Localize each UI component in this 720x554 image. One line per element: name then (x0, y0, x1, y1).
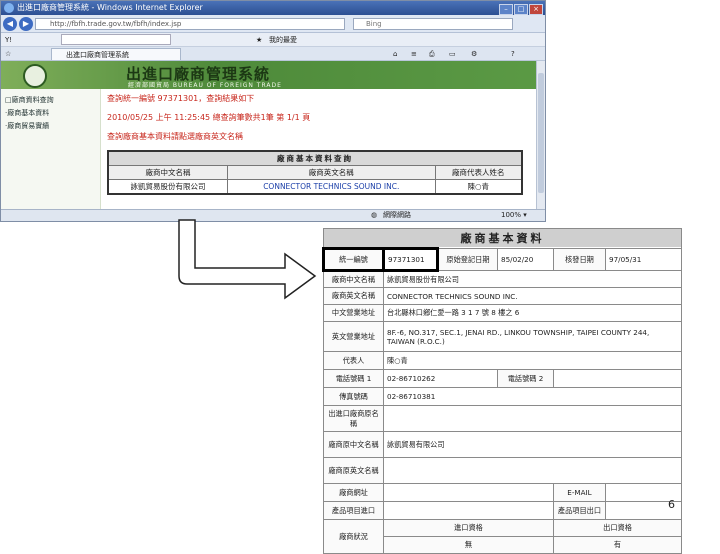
site-sidebar: □廠商資料查詢 ‧廠商基本資料 ‧廠商貿易實績 (1, 89, 101, 221)
print-icon[interactable]: ⎙ (429, 47, 435, 60)
uid-label: 統一編號 (322, 247, 385, 272)
sidebar-item-basic-info[interactable]: ‧廠商基本資料 (5, 108, 96, 118)
verify-label: 核發日期 (553, 248, 606, 271)
toolbar-search-input[interactable] (61, 34, 171, 45)
yahoo-icon[interactable]: Y! (5, 33, 12, 46)
result-table: 廠商基本資料查詢 廠商中文名稱 廠商英文名稱 廠商代表人姓名 詠凱貿易股份有限公… (107, 150, 523, 195)
zoom-control[interactable]: 100% ▾ (501, 210, 527, 221)
url-input[interactable]: http://fbfh.trade.gov.tw/fbfh/index.jsp (35, 18, 345, 30)
phone2-value (552, 369, 683, 388)
sidebar-item-query[interactable]: □廠商資料查詢 (5, 95, 96, 105)
en-addr-label: 英文營業地址 (323, 321, 384, 352)
browser-window: 出進口廠商管理系統 - Windows Internet Explorer – □… (0, 0, 546, 222)
website-label: 廠商網址 (323, 483, 384, 502)
zh-addr-label: 中文營業地址 (323, 304, 384, 322)
search-result-content: 查詢統一編號 97371301，查詢結果如下 2010/05/25 上午 11:… (107, 93, 537, 195)
import-qual-label: 進口資格 (383, 519, 554, 537)
old-zh-name-value: 詠凱貿易有限公司 (382, 431, 683, 458)
prev-name-label: 出進口廠商原名稱 (323, 405, 384, 432)
rep-label: 代表人 (323, 351, 384, 370)
site-banner: 出進口廠商管理系統 經濟部國貿局 BUREAU OF FOREIGN TRADE (1, 61, 545, 89)
export-qual-label: 出口資格 (552, 519, 683, 537)
orig-reg-label: 原始登記日期 (437, 248, 498, 271)
website-value (383, 483, 554, 502)
company-detail-table: 廠商基本資料 統一編號 97371301 原始登記日期 85/02/20 核發日… (322, 228, 683, 554)
command-toolbar: Y! ★ 我的最愛 (1, 33, 545, 47)
old-en-name-value (382, 457, 683, 484)
col-representative: 廠商代表人姓名 (434, 165, 523, 180)
phone1-value: 02-86710262 (383, 369, 498, 388)
safety-menu-icon[interactable]: ⚙ (471, 47, 477, 60)
export-items-label: 產品項目出口 (553, 501, 606, 520)
fax-value: 02-86710381 (382, 387, 683, 406)
vertical-scrollbar[interactable] (536, 61, 545, 209)
home-icon[interactable]: ⌂ (393, 47, 397, 60)
forward-icon[interactable]: ▶ (19, 17, 33, 31)
result-timestamp: 2010/05/25 上午 11:25:45 總查詢筆數共1筆 第 1/1 頁 (107, 113, 311, 122)
rep-value: 陳○青 (382, 351, 683, 370)
help-icon[interactable]: ? (511, 47, 515, 60)
feeds-icon[interactable]: ≡ (411, 47, 417, 60)
watermark-mark (296, 272, 303, 296)
status-label: 廠商狀況 (323, 519, 384, 554)
phone1-label: 電話號碼 1 (323, 369, 384, 388)
globe-icon: ◍ (371, 211, 378, 219)
page-menu-icon[interactable]: ▭ (449, 47, 456, 60)
import-qual-value: 無 (383, 536, 554, 554)
import-items-value (383, 501, 554, 520)
site-subtitle: 經濟部國貿局 BUREAU OF FOREIGN TRADE (128, 82, 282, 89)
tab-bar: ☆ 出進口廠商管理系統 ⌂ ≡ ⎙ ▭ ⚙ ? (1, 47, 545, 61)
scrollbar-thumb[interactable] (538, 73, 544, 193)
favorites-label[interactable]: 我的最愛 (269, 33, 297, 46)
favorites-center-icon[interactable]: ☆ (5, 47, 11, 60)
en-name-value: CONNECTOR TECHNICS SOUND INC. (382, 287, 683, 305)
search-input[interactable]: Bing (353, 18, 513, 30)
en-addr-value: 8F.-6, NO.317, SEC.1, JENAI RD., LINKOU … (382, 321, 683, 352)
en-name-label: 廠商英文名稱 (323, 287, 384, 305)
zh-name-value: 詠凱貿易股份有限公司 (382, 270, 683, 288)
table-row: 詠凱貿易股份有限公司 CONNECTOR TECHNICS SOUND INC.… (107, 179, 523, 195)
result-table-header: 廠商基本資料查詢 (107, 150, 523, 166)
zh-name-label: 廠商中文名稱 (323, 270, 384, 288)
old-zh-name-label: 廠商原中文名稱 (323, 431, 384, 458)
phone2-label: 電話號碼 2 (497, 369, 554, 388)
window-titlebar: 出進口廠商管理系統 - Windows Internet Explorer – □… (1, 1, 545, 15)
page-viewport: 出進口廠商管理系統 經濟部國貿局 BUREAU OF FOREIGN TRADE… (1, 61, 545, 221)
old-en-name-label: 廠商原英文名稱 (323, 457, 384, 484)
ie-logo-icon (4, 3, 14, 13)
col-en-name: 廠商英文名稱 (227, 165, 436, 180)
import-items-label: 產品項目進口 (323, 501, 384, 520)
company-detail-panel: 廠商基本資料 統一編號 97371301 原始登記日期 85/02/20 核發日… (322, 228, 683, 554)
cell-representative: 陳○青 (434, 179, 523, 195)
ministry-logo-icon (23, 64, 47, 88)
email-label: E-MAIL (553, 483, 606, 502)
orig-reg-value: 85/02/20 (497, 248, 554, 271)
cell-en-name-link[interactable]: CONNECTOR TECHNICS SOUND INC. (227, 179, 436, 195)
sidebar-item-trade-record[interactable]: ‧廠商貿易實績 (5, 121, 96, 131)
uid-value: 97371301 (382, 247, 439, 272)
tab-active[interactable]: 出進口廠商管理系統 (51, 48, 181, 60)
favorites-star-icon[interactable]: ★ (256, 33, 262, 46)
export-qual-value: 有 (552, 536, 683, 554)
window-title: 出進口廠商管理系統 - Windows Internet Explorer (17, 3, 203, 12)
result-notice: 查詢廠商基本資料請點選廠商英文名稱 (107, 132, 243, 141)
back-icon[interactable]: ◀ (3, 17, 17, 31)
cell-zh-name: 詠凱貿易股份有限公司 (107, 179, 229, 195)
window-controls: – □ × (498, 2, 543, 15)
maximize-icon[interactable]: □ (514, 4, 528, 15)
fax-label: 傳真號碼 (323, 387, 384, 406)
slide-page-number: 6 (668, 498, 675, 511)
col-zh-name: 廠商中文名稱 (107, 165, 229, 180)
minimize-icon[interactable]: – (499, 4, 513, 15)
result-summary: 查詢統一編號 97371301，查詢結果如下 (107, 94, 255, 103)
verify-value: 97/05/31 (604, 248, 683, 271)
close-icon[interactable]: × (529, 4, 543, 15)
address-bar: ◀ ▶ http://fbfh.trade.gov.tw/fbfh/index.… (1, 15, 545, 33)
zh-addr-value: 台北縣林口鄉仁愛一路 3 1 7 號 8 樓之 6 (382, 304, 683, 322)
prev-name-value (382, 405, 683, 432)
zone-status: 網際網路 (383, 211, 411, 219)
detail-title: 廠商基本資料 (322, 228, 683, 249)
